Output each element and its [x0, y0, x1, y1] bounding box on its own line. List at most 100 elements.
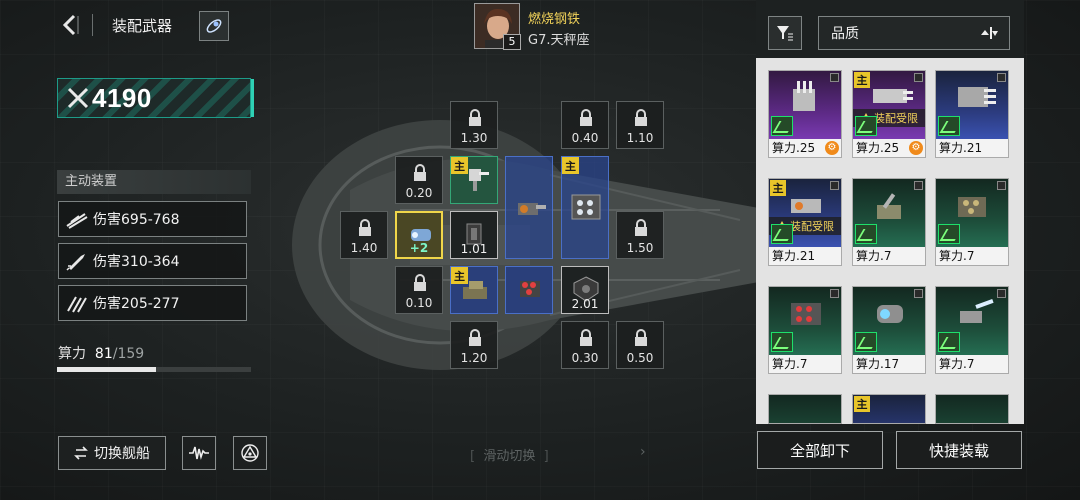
card-compute: 算力.7: [772, 357, 808, 371]
main-tag: 主: [854, 396, 870, 412]
heavy-cannon-icon: [463, 281, 487, 299]
weapon-card[interactable]: 主: [852, 394, 926, 424]
equipped-slot[interactable]: 1.01: [450, 211, 498, 259]
weapon-card[interactable]: [935, 394, 1009, 424]
waveform-icon: [189, 446, 209, 460]
locked-slot[interactable]: 1.10: [616, 101, 664, 149]
level-icon: [855, 116, 877, 136]
damage-label: 伤害695-768: [93, 212, 180, 228]
card-compute: 算力.7: [939, 249, 975, 263]
filter-button[interactable]: [768, 16, 802, 50]
main-tag: 主: [562, 157, 579, 174]
locked-slot[interactable]: 0.10: [395, 266, 443, 314]
weapon-card[interactable]: 算力.25 ⚙: [768, 70, 842, 158]
triangle-radar-icon: [241, 444, 259, 462]
weapon-card[interactable]: 算力.7: [768, 286, 842, 374]
sort-dropdown[interactable]: 品质: [818, 16, 1010, 50]
locked-slot[interactable]: 0.20: [395, 156, 443, 204]
back-button[interactable]: [58, 12, 84, 38]
unequip-all-button[interactable]: 全部卸下: [757, 431, 883, 469]
lock-icon: [635, 329, 647, 346]
damage-row[interactable]: 伤害310-364: [58, 243, 247, 279]
equipped-slot[interactable]: 主: [450, 266, 498, 314]
weapon-card[interactable]: 算力.17: [852, 286, 926, 374]
slot-requirement: 0.10: [405, 296, 433, 310]
slot-requirement: 1.30: [460, 131, 488, 145]
locked-slot[interactable]: 0.30: [561, 321, 609, 369]
multi-barrel-icon: [958, 87, 996, 107]
compute-bar: [57, 367, 251, 372]
card-compute: 算力.25: [772, 141, 816, 155]
damage-row[interactable]: 伤害205-277: [58, 285, 247, 321]
commander-subtitle: G7.天秤座: [528, 33, 590, 48]
artillery-icon: [877, 193, 901, 219]
locked-slot[interactable]: 0.40: [561, 101, 609, 149]
radar-button[interactable]: [233, 436, 267, 470]
damage-row[interactable]: 伤害695-768: [58, 201, 247, 237]
slot-requirement: 0.50: [626, 351, 654, 365]
unequip-all-label: 全部卸下: [789, 441, 850, 460]
switch-ship-button[interactable]: 切换舰船: [58, 436, 166, 470]
swipe-hint: [ 滑动切换 ]: [470, 449, 549, 464]
level-icon: [771, 332, 793, 352]
damage-label: 伤害205-277: [93, 296, 180, 312]
multi-slash-icon: [67, 296, 87, 313]
ship-icon: [206, 19, 222, 33]
compute-total: /159: [112, 346, 145, 362]
equipped-slot-large[interactable]: [505, 156, 553, 259]
equipped-slot[interactable]: [505, 266, 553, 314]
commander-name: 燃烧钢铁: [528, 12, 581, 27]
filter-icon: [777, 26, 793, 41]
card-compute: 算力.25: [856, 141, 900, 155]
slot-requirement: 1.10: [626, 131, 654, 145]
lock-icon: [414, 274, 426, 291]
swipe-next-arrow[interactable]: ›: [640, 444, 646, 460]
missile-icon: [66, 254, 85, 271]
weapon-card[interactable]: 主 装配受限 算力.25 ⚙: [852, 70, 926, 158]
slot-value: 1.01: [460, 242, 488, 256]
slot-requirement: 0.20: [405, 186, 433, 200]
locked-slot[interactable]: 1.50: [616, 211, 664, 259]
weapon-card[interactable]: 主 装配受限 算力.21: [768, 178, 842, 266]
missile-launcher-icon: [791, 303, 821, 325]
switch-ship-label: 切换舰船: [94, 446, 150, 462]
missile-pod-icon: [520, 281, 540, 297]
weapon-card[interactable]: 算力.21: [935, 70, 1009, 158]
locked-slot[interactable]: 1.30: [450, 101, 498, 149]
card-compute: 算力.17: [856, 357, 900, 371]
ship-info-button[interactable]: [199, 11, 229, 41]
compute-label: 算力: [58, 346, 86, 362]
combat-power-value: 4190: [92, 82, 152, 113]
main-tag: 主: [854, 72, 870, 88]
slot-requirement: 0.40: [571, 131, 599, 145]
commander-level: 5: [503, 34, 521, 50]
weapon-card[interactable]: 算力.7: [935, 286, 1009, 374]
quick-equip-button[interactable]: 快捷装载: [896, 431, 1022, 469]
weapon-card[interactable]: 算力.7: [935, 178, 1009, 266]
lock-icon: [580, 109, 592, 126]
locked-slot[interactable]: 1.40: [340, 211, 388, 259]
locked-slot[interactable]: 1.20: [450, 321, 498, 369]
damage-label: 伤害310-364: [93, 254, 180, 270]
locked-slot[interactable]: 0.50: [616, 321, 664, 369]
lock-icon: [359, 219, 371, 236]
weapon-card[interactable]: [768, 394, 842, 424]
equipped-slot[interactable]: 主: [450, 156, 498, 204]
signal-button[interactable]: [182, 436, 216, 470]
equipped-slot[interactable]: 2.01: [561, 266, 609, 314]
sort-order-icon: [981, 27, 998, 39]
active-equipment-header: 主动装置: [57, 170, 251, 194]
swap-icon: [74, 446, 88, 460]
equipped-slot-selected[interactable]: +2: [395, 211, 443, 259]
energy-cannon-icon: [877, 305, 903, 323]
lock-icon: [580, 329, 592, 346]
crossed-swords-icon: [67, 87, 89, 109]
slot-requirement: 1.20: [460, 351, 488, 365]
level-icon: [771, 224, 793, 244]
lock-icon: [635, 219, 647, 236]
equipped-slot-large[interactable]: 主: [561, 156, 609, 259]
launcher-weapon-icon: [571, 194, 601, 220]
turret-weapon-icon: [469, 169, 489, 191]
weapon-card[interactable]: 算力.7: [852, 178, 926, 266]
lock-icon: [469, 109, 481, 126]
